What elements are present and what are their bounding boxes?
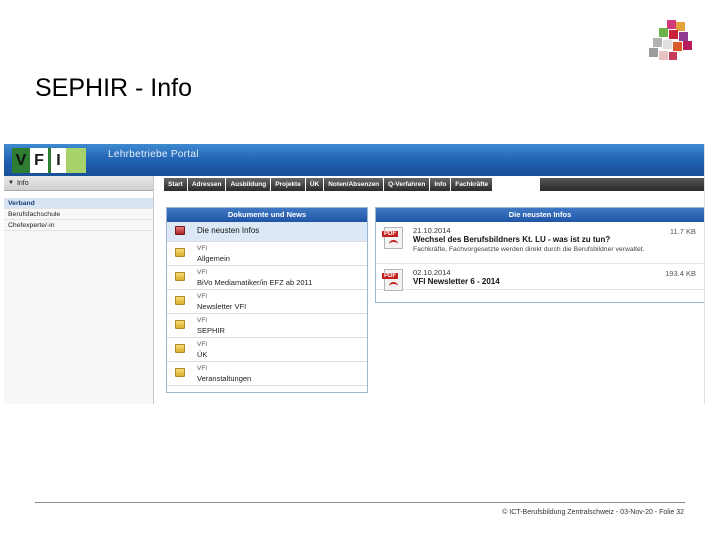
nav-tab-info[interactable]: Info	[430, 178, 451, 191]
pdf-file-icon[interactable]	[382, 227, 403, 249]
news-date: 21.10.2014	[413, 226, 451, 235]
sidebar: ▼ Info Verband Berufsfachschule Chefexpe…	[4, 176, 154, 404]
news-title[interactable]: Wechsel des Berufsbildners Kt. LU - was …	[413, 235, 610, 244]
folder-icon	[175, 344, 185, 353]
triangle-down-icon: ▼	[8, 179, 14, 186]
folder-red-icon	[175, 226, 185, 235]
sidebar-header[interactable]: ▼ Info	[4, 176, 153, 191]
top-navigation-filler	[540, 178, 704, 191]
folder-category: VFI	[197, 269, 208, 276]
nav-tab-q-verfahren[interactable]: Q-Verfahren	[384, 178, 430, 191]
folder-category: VFI	[197, 317, 208, 324]
news-list: 21.10.2014Wechsel des Berufsbildners Kt.…	[376, 222, 704, 291]
folder-name[interactable]: Newsletter VFI	[197, 302, 246, 311]
nav-tab-projekte[interactable]: Projekte	[271, 178, 305, 191]
sidebar-spacer	[4, 191, 153, 198]
footer-divider	[35, 502, 685, 503]
logo-letter-v: V	[12, 148, 30, 173]
slide-title: SEPHIR - Info	[35, 74, 192, 102]
nav-tab-start[interactable]: Start	[164, 178, 187, 191]
document-folder-row[interactable]: VFI Newsletter VFI	[167, 290, 367, 314]
file-size: 11.7 KB	[669, 227, 696, 236]
portal-screenshot: V F I Lehrbetriebe Portal ▼ Info Verband…	[4, 144, 705, 404]
portal-banner: V F I Lehrbetriebe Portal	[4, 144, 704, 176]
news-item[interactable]: 02.10.2014VFI Newsletter 6 - 2014 193.4 K…	[376, 264, 704, 291]
document-folder-row[interactable]: VFI Allgemein	[167, 242, 367, 266]
nav-tab-uek[interactable]: ÜK	[305, 178, 324, 191]
nav-tab-fachkraefte[interactable]: Fachkräfte	[451, 178, 493, 191]
footer-text: © ICT-Berufsbildung Zentralschweiz - 03-…	[502, 509, 684, 516]
file-size: 193.4 KB	[665, 269, 696, 278]
news-title[interactable]: VFI Newsletter 6 - 2014	[413, 277, 500, 286]
colorful-blocks-logo-icon	[649, 20, 692, 60]
folder-name[interactable]: Die neusten Infos	[197, 226, 259, 235]
folder-category: VFI	[197, 293, 208, 300]
documents-panel-title: Dokumente und News	[167, 208, 367, 222]
nav-tab-adressen[interactable]: Adressen	[187, 178, 226, 191]
sidebar-item-berufsfachschule[interactable]: Berufsfachschule	[4, 209, 153, 220]
document-folder-row[interactable]: VFI ÜK	[167, 338, 367, 362]
document-folder-row[interactable]: VFI BiVo Mediamatiker/in EFZ ab 2011	[167, 266, 367, 290]
folder-category: VFI	[197, 365, 208, 372]
news-description: Fachkräfte, Fachvorgesetzte werden direk…	[413, 246, 645, 253]
folder-category: VFI	[197, 341, 208, 348]
documents-news-panel: Dokumente und News Die neusten Infos VFI A…	[166, 207, 368, 393]
folder-icon	[175, 320, 185, 329]
vfi-logo[interactable]: V F I	[12, 148, 86, 173]
pdf-file-icon[interactable]	[382, 269, 403, 291]
folder-category: VFI	[197, 245, 208, 252]
document-folder-row[interactable]: VFI Veranstaltungen	[167, 362, 367, 386]
document-folder-row[interactable]: VFI SEPHIR	[167, 314, 367, 338]
documents-list: Die neusten Infos VFI Allgemein VFI BiVo Med…	[167, 222, 367, 386]
document-folder-row[interactable]: Die neusten Infos	[167, 222, 367, 242]
folder-icon	[175, 368, 185, 377]
logo-letter-i: I	[48, 148, 66, 173]
logo-accent-block	[66, 148, 86, 173]
folder-name[interactable]: ÜK	[197, 350, 207, 359]
news-item[interactable]: 21.10.2014Wechsel des Berufsbildners Kt.…	[376, 222, 704, 264]
news-panel-title: Die neusten Infos	[376, 208, 704, 222]
latest-info-panel: Die neusten Infos 21.10.2014Wechsel des …	[375, 207, 704, 303]
sidebar-item-verband[interactable]: Verband	[4, 198, 153, 209]
folder-name[interactable]: BiVo Mediamatiker/in EFZ ab 2011	[197, 278, 312, 287]
folder-icon	[175, 248, 185, 257]
folder-icon	[175, 272, 185, 281]
folder-icon	[175, 296, 185, 305]
folder-name[interactable]: Veranstaltungen	[197, 374, 251, 383]
portal-name: Lehrbetriebe Portal	[108, 149, 199, 160]
folder-name[interactable]: Allgemein	[197, 254, 230, 263]
sidebar-item-chefexperte[interactable]: Chefexperte/-in	[4, 220, 153, 231]
top-navigation: Start Adressen Ausbildung Projekte ÜK No…	[164, 178, 493, 191]
nav-tab-ausbildung[interactable]: Ausbildung	[226, 178, 271, 191]
news-date: 02.10.2014	[413, 268, 451, 277]
logo-letter-f: F	[30, 148, 48, 173]
slide: SEPHIR - Info V F I Lehrbetriebe Portal …	[0, 0, 720, 540]
sidebar-header-label: Info	[16, 179, 29, 187]
nav-tab-noten-absenzen[interactable]: Noten/Absenzen	[324, 178, 384, 191]
folder-name[interactable]: SEPHIR	[197, 326, 225, 335]
